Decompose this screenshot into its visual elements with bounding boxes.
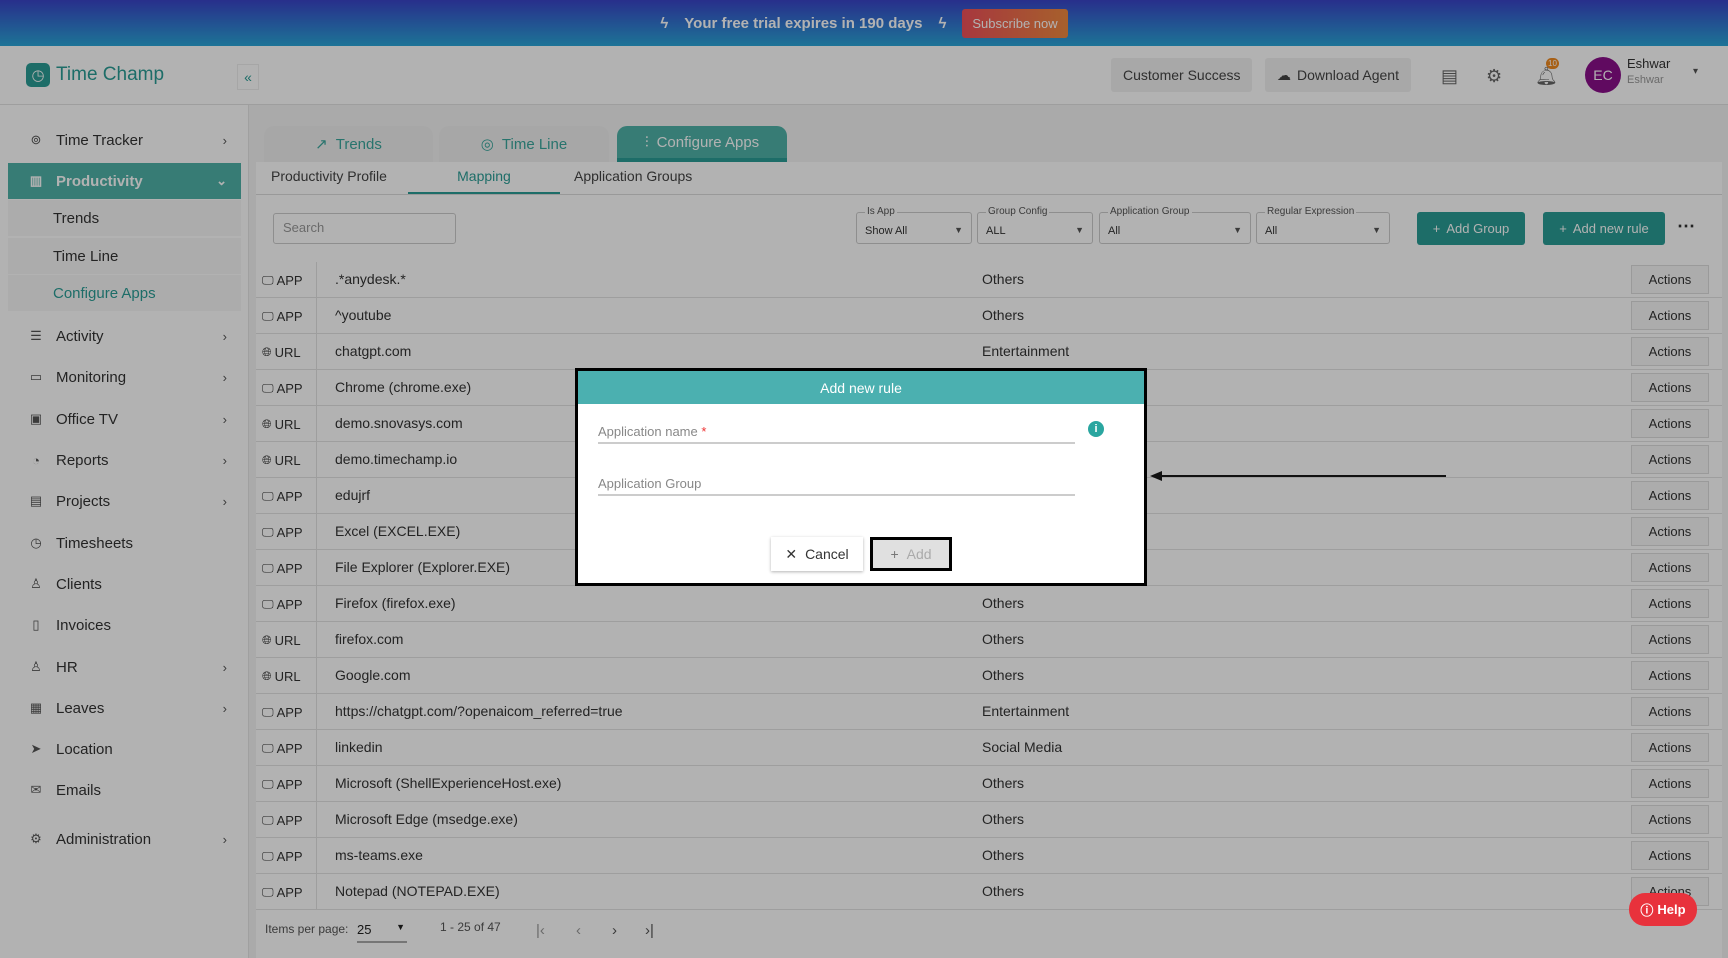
info-icon[interactable]: i <box>1088 421 1104 437</box>
close-icon: ✕ <box>785 545 798 562</box>
add-label: Add <box>906 546 932 562</box>
cancel-button[interactable]: ✕ Cancel <box>771 537 863 571</box>
add-button[interactable]: + Add <box>870 537 952 571</box>
required-marker: * <box>701 424 707 439</box>
dialog-title: Add new rule <box>578 371 1144 404</box>
annotation-arrow <box>1150 471 1446 481</box>
add-new-rule-dialog: Add new rule Application name * Applicat… <box>575 368 1147 586</box>
help-button[interactable]: ⓘ Help <box>1629 893 1697 926</box>
help-label: Help <box>1657 902 1686 917</box>
application-name-input[interactable]: Application name * <box>598 424 1075 444</box>
plus-icon: + <box>890 546 899 562</box>
application-group-input[interactable]: Application Group <box>598 476 1075 496</box>
application-name-label: Application name <box>598 424 698 439</box>
cancel-label: Cancel <box>805 546 849 562</box>
question-icon: ⓘ <box>1640 903 1654 918</box>
